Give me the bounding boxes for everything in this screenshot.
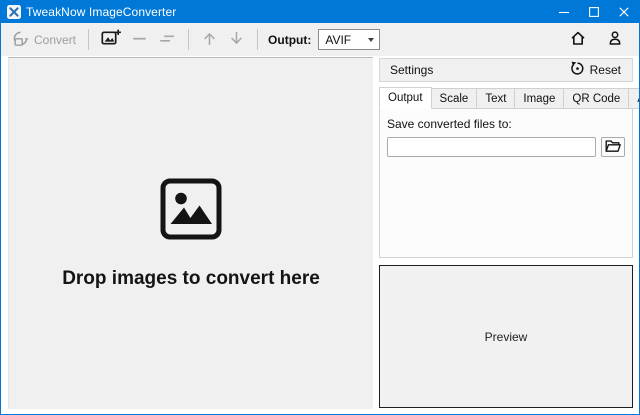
browse-folder-button[interactable] <box>601 137 625 157</box>
settings-header: Settings Reset <box>379 58 633 82</box>
preview-panel: Preview <box>379 265 633 408</box>
move-up-button[interactable] <box>196 26 223 54</box>
toolbar: Convert <box>1 23 639 56</box>
app-icon <box>7 5 21 19</box>
settings-tabs: Output Scale Text Image QR Code Adjustme… <box>379 88 633 109</box>
account-icon <box>606 29 624 50</box>
remove-image-icon <box>131 30 148 50</box>
account-button[interactable] <box>601 25 629 54</box>
save-path-label: Save converted files to: <box>387 117 625 131</box>
window-title: TweakNow ImageConverter <box>26 5 176 19</box>
remove-image-button[interactable] <box>126 26 153 54</box>
chevron-down-icon <box>368 38 374 42</box>
minimize-button[interactable] <box>549 1 579 23</box>
toolbar-separator <box>88 29 89 50</box>
settings-title: Settings <box>390 63 433 77</box>
close-button[interactable] <box>609 1 639 23</box>
output-format-select[interactable]: AVIF <box>318 29 380 50</box>
main-area: Drop images to convert here Settings Res… <box>1 56 639 414</box>
add-images-icon <box>101 29 121 50</box>
app-window: TweakNow ImageConverter Convert <box>0 0 640 415</box>
move-down-icon <box>228 30 245 50</box>
convert-icon <box>12 30 29 50</box>
browse-folder-icon <box>605 139 621 156</box>
tab-scale[interactable]: Scale <box>431 88 478 109</box>
clear-list-icon <box>158 30 176 50</box>
move-up-icon <box>201 30 218 50</box>
home-button[interactable] <box>564 25 592 54</box>
tab-image[interactable]: Image <box>514 88 564 109</box>
dropzone-message: Drop images to convert here <box>62 268 320 290</box>
toolbar-separator <box>188 29 189 50</box>
titlebar: TweakNow ImageConverter <box>1 1 639 23</box>
tab-qr-code[interactable]: QR Code <box>563 88 629 109</box>
preview-label: Preview <box>485 330 528 344</box>
dropzone[interactable]: Drop images to convert here <box>8 57 373 409</box>
reset-button[interactable]: Reset <box>568 59 623 81</box>
save-path-input[interactable] <box>387 137 596 157</box>
reset-label: Reset <box>590 63 621 77</box>
settings-column: Settings Reset Output Scale Text <box>379 58 633 410</box>
window-controls <box>549 1 639 23</box>
clear-list-button[interactable] <box>153 26 181 54</box>
maximize-button[interactable] <box>579 1 609 23</box>
tab-adjustments[interactable]: Adjustments <box>628 88 640 109</box>
toolbar-separator <box>257 29 258 50</box>
output-tab-panel: Save converted files to: <box>379 108 633 258</box>
tab-output[interactable]: Output <box>379 87 432 109</box>
image-placeholder-icon <box>160 178 222 240</box>
tab-text[interactable]: Text <box>476 88 515 109</box>
close-icon <box>619 7 629 17</box>
output-format-label: Output: <box>268 33 311 47</box>
minimize-icon <box>559 7 569 17</box>
maximize-icon <box>589 7 599 17</box>
convert-label: Convert <box>34 33 76 47</box>
move-down-button[interactable] <box>223 26 250 54</box>
output-format-value: AVIF <box>325 33 351 47</box>
add-images-button[interactable] <box>96 25 126 54</box>
home-icon <box>569 29 587 50</box>
convert-button[interactable]: Convert <box>7 26 81 54</box>
reset-icon <box>570 61 585 79</box>
